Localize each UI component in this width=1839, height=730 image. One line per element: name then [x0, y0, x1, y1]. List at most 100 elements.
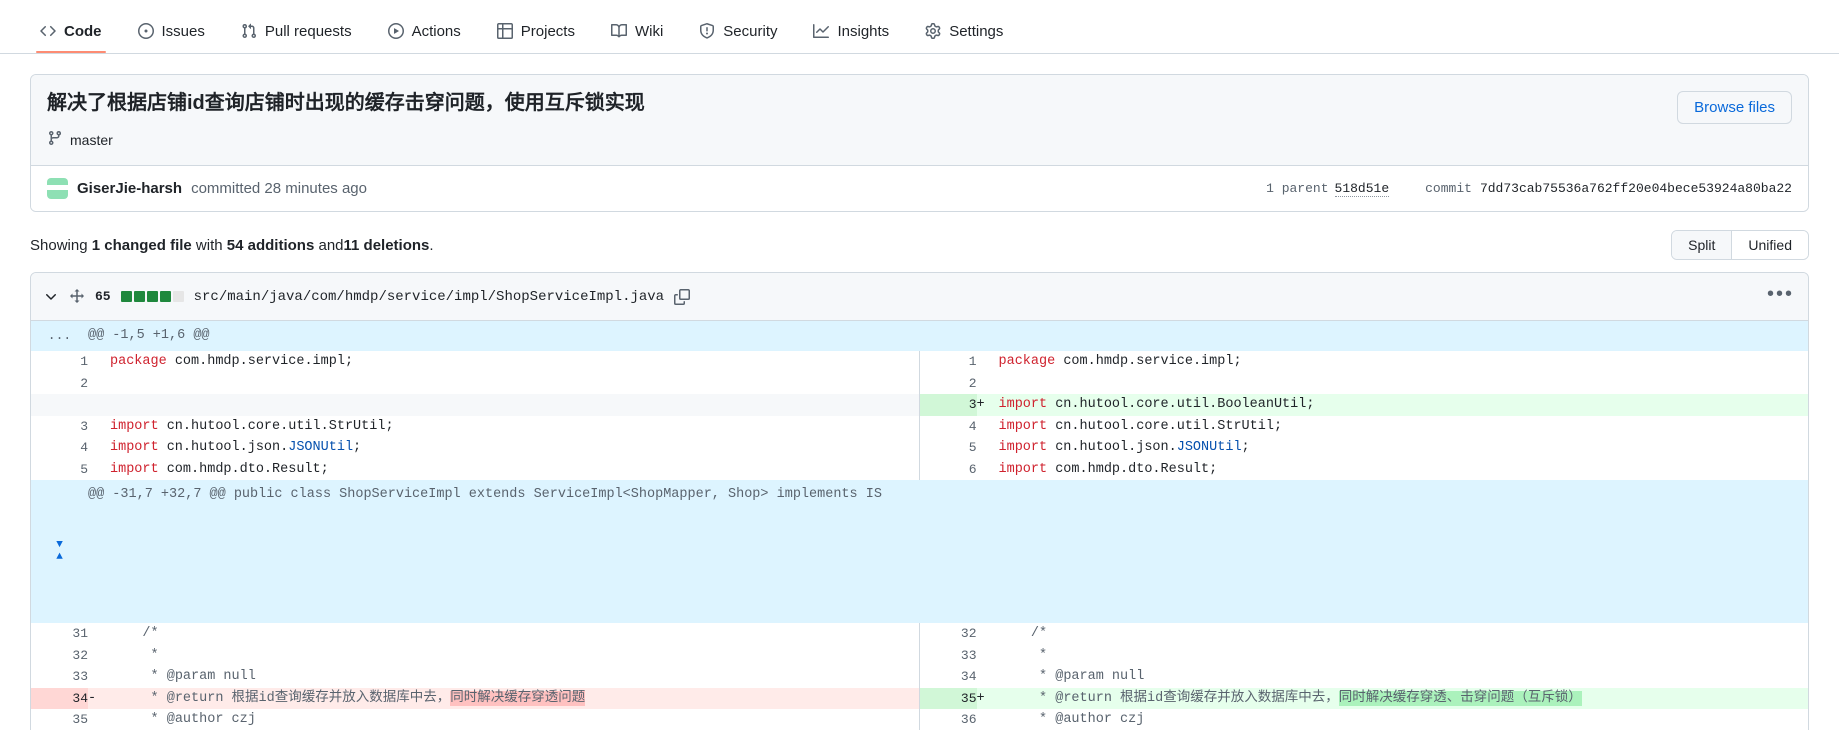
- hunk-expand-controls[interactable]: ▼ ▲: [31, 480, 88, 623]
- line-marker-left: [88, 351, 110, 373]
- line-code-right[interactable]: * @param null: [998, 666, 1808, 688]
- diff-stat-block-added: [159, 291, 171, 302]
- github-commit-page: Code Issues Pull requests Actions Projec: [0, 0, 1839, 730]
- line-code-right[interactable]: import com.hmdp.dto.Result;: [998, 458, 1808, 480]
- book-icon: [610, 23, 627, 39]
- line-code-left[interactable]: import com.hmdp.dto.Result;: [110, 458, 920, 480]
- line-marker-left: -: [88, 687, 110, 709]
- line-marker-left: [88, 459, 110, 481]
- diff-summary-text: Showing 1 changed file with 54 additions…: [30, 237, 1671, 254]
- nav-tab-settings[interactable]: Settings: [915, 23, 1013, 53]
- nav-tab-security[interactable]: Security: [689, 23, 787, 53]
- nav-tab-code[interactable]: Code: [30, 23, 112, 53]
- line-number-right: 33: [919, 644, 977, 666]
- line-code-left[interactable]: * @author czj: [110, 709, 920, 730]
- line-number-right: 6: [919, 458, 977, 480]
- expand-updown-icons[interactable]: ▼ ▲: [31, 540, 88, 563]
- line-code-right[interactable]: * @return 根据id查询缓存并放入数据库中去，同时解决缓存穿透、击穿问题…: [998, 687, 1808, 709]
- line-marker-right: [977, 437, 999, 459]
- diff-row: 5 import com.hmdp.dto.Result; 6 import c…: [31, 458, 1808, 481]
- line-number-left: 32: [31, 644, 88, 666]
- avatar[interactable]: [47, 178, 68, 199]
- line-number-right: 35: [919, 687, 977, 709]
- line-number-left: 33: [31, 666, 88, 688]
- diff-stat-block-neutral: [172, 291, 184, 302]
- line-number-right: 2: [919, 372, 977, 394]
- commit-label: commit: [1425, 181, 1472, 196]
- nav-tab-projects[interactable]: Projects: [487, 23, 585, 53]
- line-code-left[interactable]: /*: [110, 623, 920, 645]
- line-code-right[interactable]: import cn.hutool.json.JSONUtil;: [998, 437, 1808, 459]
- line-code-right[interactable]: * @author czj: [998, 709, 1808, 730]
- expand-down-icon[interactable]: ▼: [56, 540, 63, 551]
- commit-header: 解决了根据店铺id查询店铺时出现的缓存击穿问题，使用互斥锁实现 master B…: [31, 75, 1808, 165]
- line-code-left[interactable]: * @return 根据id查询缓存并放入数据库中去，同时解决缓存穿透问题: [110, 687, 920, 709]
- line-marker-left: [88, 373, 110, 395]
- commit-sha[interactable]: 7dd73cab75536a762ff20e04bece53924a80ba22: [1480, 181, 1792, 196]
- diff-stat-bar: [120, 291, 184, 302]
- hunk-header-text: @@ -31,7 +32,7 @@ public class ShopServi…: [88, 480, 1808, 623]
- line-marker-right: [977, 709, 999, 730]
- file-path[interactable]: src/main/java/com/hmdp/service/impl/Shop…: [194, 289, 664, 305]
- line-code-right[interactable]: import cn.hutool.core.util.BooleanUtil;: [998, 394, 1808, 416]
- line-code-left[interactable]: import cn.hutool.json.JSONUtil;: [110, 437, 920, 459]
- nav-tab-issues[interactable]: Issues: [128, 23, 215, 53]
- parent-label: 1 parent: [1266, 181, 1329, 196]
- hunk-expand-dots[interactable]: ...: [31, 321, 88, 351]
- git-branch-icon: [47, 130, 63, 149]
- browse-files-button[interactable]: Browse files: [1677, 91, 1792, 124]
- nav-tab-pull-requests[interactable]: Pull requests: [231, 23, 362, 53]
- copy-path-icon[interactable]: [674, 288, 691, 305]
- unified-view-button[interactable]: Unified: [1731, 231, 1808, 259]
- line-number-left: 2: [31, 372, 88, 394]
- commit-time-text: committed 28 minutes ago: [191, 180, 367, 197]
- nav-tab-insights[interactable]: Insights: [803, 23, 899, 53]
- line-marker-right: [977, 645, 999, 667]
- nav-tab-actions[interactable]: Actions: [378, 23, 471, 53]
- line-code-left[interactable]: [110, 372, 920, 394]
- author-name[interactable]: GiserJie-harsh: [77, 180, 182, 197]
- hunk-header-row: ... @@ -1,5 +1,6 @@: [31, 321, 1808, 351]
- summary-and: and: [318, 236, 344, 254]
- nav-tab-wiki[interactable]: Wiki: [601, 23, 673, 53]
- parent-sha[interactable]: 518d51e: [1334, 181, 1390, 197]
- expand-up-icon[interactable]: ▲: [56, 552, 63, 563]
- line-code-right[interactable]: package com.hmdp.service.impl;: [998, 351, 1808, 373]
- summary-additions: 54 additions: [226, 236, 315, 254]
- file-options-kebab-icon[interactable]: •••: [1767, 284, 1794, 310]
- diff-view-toggle: Split Unified: [1671, 230, 1809, 260]
- line-code-left[interactable]: * @param null: [110, 666, 920, 688]
- branch-row: master: [47, 130, 1661, 149]
- summary-deletions: 11 deletions: [343, 236, 430, 254]
- line-code-right[interactable]: /*: [998, 623, 1808, 645]
- nav-tab-label: Insights: [837, 22, 890, 40]
- line-number-left: 5: [31, 458, 88, 480]
- line-marker-left: [88, 416, 110, 438]
- nav-tab-label: Code: [64, 22, 102, 40]
- branch-name[interactable]: master: [70, 132, 113, 148]
- commit-section: 解决了根据店铺id查询店铺时出现的缓存击穿问题，使用互斥锁实现 master B…: [0, 54, 1839, 212]
- line-marker-left: [88, 666, 110, 688]
- line-code-left[interactable]: package com.hmdp.service.impl;: [110, 351, 920, 373]
- diff-row: 2 2: [31, 372, 1808, 395]
- nav-tab-label: Issues: [161, 22, 205, 40]
- line-code-left[interactable]: *: [110, 644, 920, 666]
- line-code-right[interactable]: import cn.hutool.core.util.StrUtil;: [998, 415, 1808, 437]
- line-marker-left: [88, 623, 110, 645]
- diff-stat-block-added: [120, 291, 132, 302]
- shield-icon: [699, 23, 715, 39]
- commit-meta-row: GiserJie-harsh committed 28 minutes ago …: [31, 165, 1808, 211]
- line-code-right[interactable]: [998, 372, 1808, 394]
- move-diff-icon[interactable]: [69, 288, 85, 305]
- commit-title: 解决了根据店铺id查询店铺时出现的缓存击穿问题，使用互斥锁实现: [47, 92, 645, 114]
- line-code-left: [110, 394, 920, 416]
- line-marker-right: +: [976, 687, 999, 709]
- line-code-right[interactable]: *: [998, 644, 1808, 666]
- split-view-button[interactable]: Split: [1672, 231, 1732, 259]
- commit-card: 解决了根据店铺id查询店铺时出现的缓存击穿问题，使用互斥锁实现 master B…: [30, 74, 1809, 212]
- line-code-left[interactable]: import cn.hutool.core.util.StrUtil;: [110, 415, 920, 437]
- summary-prefix: Showing: [30, 236, 88, 254]
- hunk-header-text: @@ -1,5 +1,6 @@: [88, 321, 1808, 351]
- diff-row: 31 /* 32 /*: [31, 623, 1808, 645]
- chevron-down-icon[interactable]: [43, 289, 59, 305]
